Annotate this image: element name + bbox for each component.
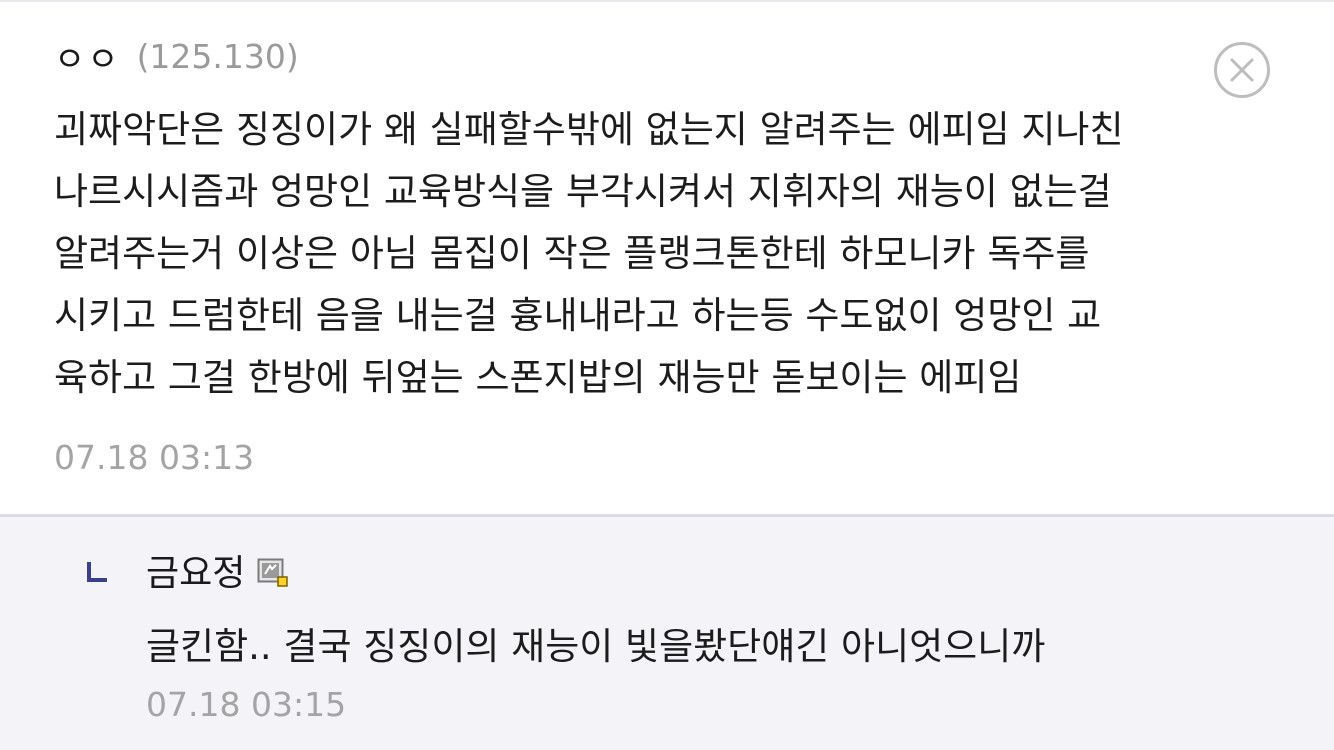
comment-text-line: 육하고 그걸 한방에 뒤엎는 스폰지밥의 재능만 돋보이는 에피임 <box>54 356 1022 399</box>
comment-author-name[interactable]: ㅇㅇ <box>54 32 121 81</box>
comment-text: 괴짜악단은 징징이가 왜 실패할수밖에 없는지 알려주는 에피임 지나친 나르시… <box>54 99 1294 409</box>
reply-arrow-icon <box>86 561 108 583</box>
reply-item: 금요정 글킨함.. 결국 징징이의 재능이 빛을봤단얘긴 아니엇으니까 07.1… <box>0 514 1334 750</box>
comment-author-row: ㅇㅇ (125.130) <box>54 30 299 82</box>
comment-text-line: 괴짜악단은 징징이가 왜 실패할수밖에 없는지 알려주는 에피임 지나친 <box>54 108 1124 151</box>
reply-author-row: 금요정 <box>146 544 289 596</box>
comment-text-line: 알려주는거 이상은 아님 몸집이 작은 플랭크톤한테 하모니카 독주를 <box>54 232 1090 275</box>
user-badge-icon <box>257 556 289 588</box>
reply-text: 글킨함.. 결국 징징이의 재능이 빛을봤단얘긴 아니엇으니까 <box>146 625 1046 668</box>
reply-timestamp: 07.18 03:15 <box>146 685 347 724</box>
reply-author-name[interactable]: 금요정 <box>146 544 245 596</box>
comment-timestamp: 07.18 03:13 <box>54 438 255 477</box>
comment-text-line: 시키고 드럼한테 음을 내는걸 흉내내라고 하는등 수도없이 엉망인 교 <box>54 294 1102 337</box>
close-icon[interactable] <box>1214 42 1270 98</box>
comment-author-ip: (125.130) <box>136 36 299 76</box>
comment-text-line: 나르시시즘과 엉망인 교육방식을 부각시켜서 지휘자의 재능이 없는걸 <box>54 170 1112 213</box>
comment-item: ㅇㅇ (125.130) 괴짜악단은 징징이가 왜 실패할수밖에 없는지 알려주… <box>0 0 1334 514</box>
